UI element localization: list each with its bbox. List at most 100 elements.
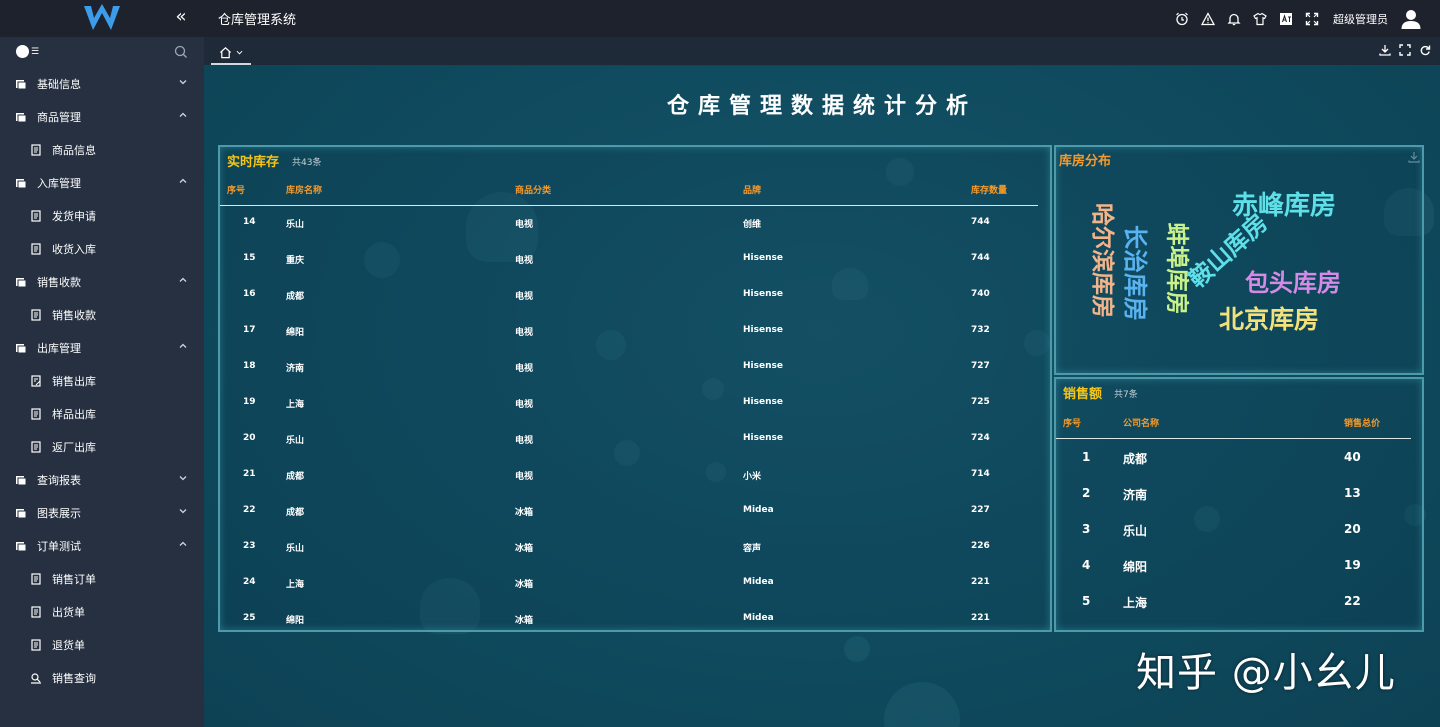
inventory-table-cell: 19 — [243, 397, 256, 407]
sidebar-toggle-switch[interactable]: ☰ — [16, 45, 39, 58]
fullscreen-icon[interactable] — [1305, 12, 1319, 26]
translate-icon[interactable] — [1279, 12, 1293, 26]
inventory-table-cell: 电视 — [515, 220, 534, 230]
sidebar-item-label: 样品出库 — [52, 407, 96, 421]
word-cloud-item[interactable]: 北京库房 — [1219, 307, 1319, 332]
inventory-table-cell: 22 — [243, 505, 256, 515]
folder-icon — [15, 540, 27, 552]
sidebar-item-17[interactable]: 退货单 — [0, 628, 204, 661]
sidebar-menu: 基础信息 商品管理 商品信息 入库管理 发货申请 收货入库 销售收款 销售收款 出库管理 销售出库… — [0, 67, 204, 694]
sidebar-search-icon[interactable] — [174, 45, 188, 59]
inventory-table-cell: 724 — [971, 433, 990, 443]
sales-table-cell: 上海 — [1123, 596, 1148, 610]
inventory-table-cell: 电视 — [515, 328, 534, 338]
bell-icon[interactable] — [1227, 12, 1241, 26]
word-cloud-item[interactable]: 包头库房 — [1245, 271, 1341, 295]
inventory-table-cell: 21 — [243, 469, 256, 479]
inventory-table-cell: 乐山 — [286, 220, 305, 230]
sidebar-group-1[interactable]: 商品管理 — [0, 100, 204, 133]
sales-table-cell: 5 — [1082, 594, 1091, 608]
warehouse-distribution-panel: 库房分布 赤峰库房 包头库房 北京库房 鞍山库房 蚌埠库房 长治库房 哈尔滨库房 — [1054, 145, 1424, 375]
download-icon[interactable] — [1408, 151, 1420, 163]
sidebar-item-7[interactable]: 销售收款 — [0, 298, 204, 331]
sidebar-header: ☰ — [0, 37, 204, 67]
chevron-up-icon[interactable] — [178, 341, 188, 351]
sales-panel: 销售额 共7条 序号 公司名称 销售总价 1 成都 40 2 济南 13 3 乐山 20 4 绵阳 19 5 上… — [1054, 377, 1424, 632]
sales-table-cell: 绵阳 — [1123, 560, 1148, 574]
word-cloud-item[interactable]: 哈尔滨库房 — [1089, 203, 1115, 318]
home-icon — [219, 46, 231, 58]
sales-table-cell: 乐山 — [1123, 524, 1148, 538]
sidebar-item-15[interactable]: 销售订单 — [0, 562, 204, 595]
expand-icon[interactable] — [1399, 44, 1411, 56]
inventory-table-cell: Midea — [743, 613, 774, 623]
sidebar-group-8[interactable]: 出库管理 — [0, 331, 204, 364]
chevron-up-icon[interactable] — [178, 539, 188, 549]
sidebar-group-14[interactable]: 订单测试 — [0, 529, 204, 562]
download-icon[interactable] — [1379, 44, 1391, 56]
sidebar-group-12[interactable]: 查询报表 — [0, 463, 204, 496]
word-cloud-item[interactable]: 蚌埠库房 — [1164, 223, 1190, 315]
sidebar-item-2[interactable]: 商品信息 — [0, 133, 204, 166]
inventory-table-cell: 冰箱 — [515, 508, 534, 518]
inventory-table-cell: 小米 — [743, 472, 762, 482]
alarm-clock-icon[interactable] — [1175, 12, 1189, 26]
document-icon — [30, 572, 42, 585]
top-bar: « 仓库管理系统 超级管理员 — [0, 0, 1440, 37]
inventory-table-cell: 重庆 — [286, 256, 305, 266]
sidebar-item-label: 发货申请 — [52, 209, 96, 223]
sidebar-group-13[interactable]: 图表展示 — [0, 496, 204, 529]
toggle-knob-icon — [16, 45, 29, 58]
sales-header-cell: 销售总价 — [1344, 419, 1381, 429]
sidebar-item-4[interactable]: 发货申请 — [0, 199, 204, 232]
sales-title: 销售额 — [1063, 387, 1103, 402]
sidebar-group-0[interactable]: 基础信息 — [0, 67, 204, 100]
shirt-theme-icon[interactable] — [1253, 12, 1267, 26]
warning-icon[interactable] — [1201, 11, 1215, 26]
sidebar-item-label: 订单测试 — [37, 539, 81, 553]
chevron-up-icon[interactable] — [178, 110, 188, 120]
sidebar-item-9[interactable]: 销售出库 — [0, 364, 204, 397]
sidebar-item-label: 商品信息 — [52, 143, 96, 157]
sidebar-item-5[interactable]: 收货入库 — [0, 232, 204, 265]
sales-table-cell: 22 — [1344, 594, 1361, 608]
sales-header-cell: 公司名称 — [1123, 419, 1160, 429]
sidebar-item-11[interactable]: 返厂出库 — [0, 430, 204, 463]
chevron-down-icon[interactable] — [178, 506, 188, 516]
inventory-table-cell: 乐山 — [286, 436, 305, 446]
document-icon — [30, 209, 42, 222]
inventory-table-cell: 15 — [243, 253, 256, 263]
inventory-header-cell: 库存数量 — [971, 186, 1008, 196]
header-toolbar: 超级管理员 — [1175, 0, 1422, 37]
word-cloud-item[interactable]: 长治库房 — [1121, 225, 1149, 321]
sales-table-cell: 1 — [1082, 450, 1091, 464]
collapse-sidebar-icon[interactable]: « — [172, 7, 190, 27]
tab-home[interactable] — [211, 41, 251, 65]
sales-table-cell: 40 — [1344, 450, 1361, 464]
inventory-table-cell: Midea — [743, 577, 774, 587]
user-name[interactable]: 超级管理员 — [1333, 11, 1388, 27]
sidebar-item-10[interactable]: 样品出库 — [0, 397, 204, 430]
inventory-table-cell: 电视 — [515, 364, 534, 374]
inventory-table-cell: 成都 — [286, 508, 305, 518]
sidebar-item-label: 出库管理 — [37, 341, 81, 355]
sidebar-group-3[interactable]: 入库管理 — [0, 166, 204, 199]
sales-table-cell: 20 — [1344, 522, 1361, 536]
watermark: 知乎 @小幺儿 — [1136, 650, 1396, 696]
folder-icon — [15, 177, 27, 189]
chevron-up-icon[interactable] — [178, 275, 188, 285]
toggle-lines-icon: ☰ — [31, 46, 40, 57]
inventory-table-cell: 乐山 — [286, 544, 305, 554]
chevron-down-icon[interactable] — [178, 77, 188, 87]
sidebar-item-16[interactable]: 出货单 — [0, 595, 204, 628]
chevron-up-icon[interactable] — [178, 176, 188, 186]
user-avatar-icon[interactable] — [1400, 8, 1422, 30]
sidebar-item-18[interactable]: 销售查询 — [0, 661, 204, 694]
refresh-icon[interactable] — [1419, 44, 1431, 56]
chevron-down-icon[interactable] — [178, 473, 188, 483]
sales-header-divider — [1056, 438, 1411, 439]
document-icon — [30, 143, 42, 156]
sales-table-cell: 3 — [1082, 522, 1091, 536]
inventory-count: 共43条 — [292, 158, 322, 168]
sidebar-group-6[interactable]: 销售收款 — [0, 265, 204, 298]
